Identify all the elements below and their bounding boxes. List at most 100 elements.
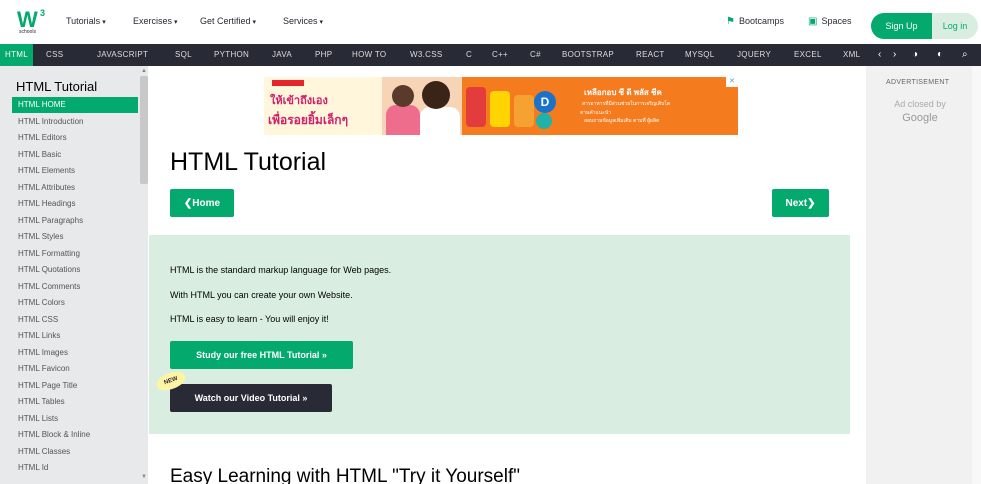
scroll-right-icon[interactable]: ›	[893, 44, 896, 66]
color-mode-icon[interactable]: ◐	[937, 44, 943, 66]
ad-close-icon[interactable]: ✕	[726, 77, 738, 87]
subject-java[interactable]: JAVA	[272, 44, 292, 66]
scroll-up-icon[interactable]: ▲	[141, 68, 147, 74]
menu-get-certified-label: Get Certified	[200, 16, 251, 26]
sidebar-item-html-block-inline[interactable]: HTML Block & Inline	[12, 427, 138, 443]
intro-line-1: HTML is the standard markup language for…	[170, 265, 392, 275]
ad-photo	[382, 77, 462, 135]
ad-closed-text: Ad closed by	[894, 99, 946, 109]
sidebar-item-html-images[interactable]: HTML Images	[12, 345, 138, 361]
theme-toggle-icon[interactable]: ◑	[912, 44, 918, 66]
ad-photo-adult	[420, 107, 460, 135]
sidebar: HTML Tutorial HTML HOME HTML Introduction…	[0, 66, 148, 484]
subject-html[interactable]: HTML	[0, 44, 33, 66]
ad-brand-logo	[272, 80, 304, 86]
ad-right-line-4: สอบถามข้อมูลเพิ่มเติม ตามที่ ผู้ผลิต	[584, 118, 660, 124]
google-label: Google	[902, 112, 938, 124]
page-scrollbar[interactable]	[972, 66, 981, 484]
sidebar-item-html-links[interactable]: HTML Links	[12, 328, 138, 344]
subject-javascript[interactable]: JAVASCRIPT	[97, 44, 148, 66]
sidebar-item-html-home[interactable]: HTML HOME	[12, 97, 138, 113]
subject-how-to[interactable]: HOW TO	[352, 44, 386, 66]
sidebar-item-html-attributes[interactable]: HTML Attributes	[12, 180, 138, 196]
study-tutorial-button[interactable]: Study our free HTML Tutorial »	[170, 341, 353, 369]
ad-photo-child	[386, 105, 420, 135]
right-ad-column	[866, 66, 972, 484]
next-button[interactable]: Next❯	[772, 189, 829, 217]
sidebar-item-html-headings[interactable]: HTML Headings	[12, 196, 138, 212]
caret-down-icon: ▾	[252, 19, 257, 26]
subject-react[interactable]: REACT	[636, 44, 665, 66]
intro-line-3: HTML is easy to learn - You will enjoy i…	[170, 314, 329, 324]
subject-bootstrap[interactable]: BOOTSTRAP	[562, 44, 614, 66]
sidebar-item-html-formatting[interactable]: HTML Formatting	[12, 246, 138, 262]
subject-c[interactable]: C	[466, 44, 472, 66]
subject-php[interactable]: PHP	[315, 44, 332, 66]
sidebar-item-html-introduction[interactable]: HTML Introduction	[12, 114, 138, 130]
sidebar-item-html-id[interactable]: HTML Id	[12, 460, 138, 476]
ad-headline-2: เพื่อรอยยิ้มเล็กๆ	[268, 113, 349, 127]
ad-right-line-2: สารอาหารที่มีส่วนช่วยในการเจริญเติบโต	[582, 101, 671, 107]
sidebar-item-html-basic[interactable]: HTML Basic	[12, 147, 138, 163]
subject-python[interactable]: PYTHON	[214, 44, 249, 66]
home-button[interactable]: ❮Home	[170, 189, 234, 217]
sidebar-item-html-classes[interactable]: HTML Classes	[12, 444, 138, 460]
subject-xml[interactable]: XML	[843, 44, 860, 66]
subject-css[interactable]: CSS	[46, 44, 63, 66]
menu-get-certified[interactable]: Get Certified ▾	[200, 16, 256, 26]
caret-down-icon: ▾	[102, 19, 106, 26]
sidebar-item-html-editors[interactable]: HTML Editors	[12, 130, 138, 146]
sidebar-item-html-colors[interactable]: HTML Colors	[12, 295, 138, 311]
subject-w3css[interactable]: W3.CSS	[410, 44, 442, 66]
subject-cpp[interactable]: C++	[492, 44, 508, 66]
menu-services[interactable]: Services ▾	[283, 16, 323, 26]
menu-tutorials[interactable]: Tutorials ▾	[66, 16, 106, 26]
logo-subtext: schools	[19, 29, 36, 35]
search-icon[interactable]: ⌕	[962, 44, 968, 66]
spaces-label: Spaces	[821, 16, 852, 26]
scroll-down-icon[interactable]: ▼	[141, 474, 147, 480]
subject-sql[interactable]: SQL	[175, 44, 192, 66]
ad-right-title: เหลือกอบ ซี ดี พลัส ชีค	[584, 88, 662, 97]
sidebar-item-html-paragraphs[interactable]: HTML Paragraphs	[12, 213, 138, 229]
logo-superscript: 3	[40, 8, 46, 18]
sidebar-item-html-comments[interactable]: HTML Comments	[12, 279, 138, 295]
sidebar-item-html-elements[interactable]: HTML Elements	[12, 163, 138, 179]
sidebar-item-html-lists[interactable]: HTML Lists	[12, 411, 138, 427]
ad-photo-child-head	[392, 85, 414, 107]
sidebar-scrollbar-thumb[interactable]	[140, 76, 148, 184]
ad-headline-1: ให้เข้าถึงเอง	[270, 95, 328, 107]
subject-csharp[interactable]: C#	[530, 44, 541, 66]
sidebar-item-html-page-title[interactable]: HTML Page Title	[12, 378, 138, 394]
top-navigation: W 3 schools Tutorials ▾ Exercises ▾ Get Ce…	[0, 0, 981, 44]
sidebar-title: HTML Tutorial	[16, 79, 98, 94]
ad-left-panel: ให้เข้าถึงเอง เพื่อรอยยิ้มเล็กๆ	[264, 77, 394, 135]
spaces-link[interactable]: ▣ Spaces	[808, 16, 851, 27]
caret-down-icon: ▾	[319, 19, 324, 26]
subject-excel[interactable]: EXCEL	[794, 44, 822, 66]
menu-exercises[interactable]: Exercises ▾	[133, 16, 178, 26]
w3schools-logo[interactable]: W 3 schools	[17, 8, 47, 38]
login-button[interactable]: Log in	[932, 13, 978, 39]
spaces-icon: ▣	[808, 16, 818, 27]
vitamin-d-badge: D	[534, 91, 556, 113]
bootcamps-link[interactable]: ⚑ Bootcamps	[726, 16, 784, 27]
sidebar-item-html-quotations[interactable]: HTML Quotations	[12, 262, 138, 278]
watch-video-button[interactable]: Watch our Video Tutorial »	[170, 384, 332, 412]
signup-button[interactable]: Sign Up	[871, 13, 932, 39]
ad-right-line-3: ตามคำแนะนำ	[580, 110, 612, 116]
scroll-left-icon[interactable]: ‹	[878, 44, 881, 66]
page-title: HTML Tutorial	[170, 148, 327, 176]
ad-banner[interactable]: ให้เข้าถึงเอง เพื่อรอยยิ้มเล็กๆ D เหลือก…	[264, 77, 738, 135]
sidebar-item-html-tables[interactable]: HTML Tables	[12, 394, 138, 410]
subject-jquery[interactable]: JQUERY	[737, 44, 771, 66]
bootcamps-label: Bootcamps	[738, 16, 784, 26]
caret-down-icon: ▾	[174, 19, 178, 26]
sidebar-item-html-favicon[interactable]: HTML Favicon	[12, 361, 138, 377]
sidebar-item-html-css[interactable]: HTML CSS	[12, 312, 138, 328]
sidebar-item-html-styles[interactable]: HTML Styles	[12, 229, 138, 245]
subject-mysql[interactable]: MYSQL	[685, 44, 715, 66]
ad-product-3	[514, 95, 534, 127]
ad-photo-adult-head	[422, 81, 450, 109]
menu-tutorials-label: Tutorials	[66, 16, 101, 26]
